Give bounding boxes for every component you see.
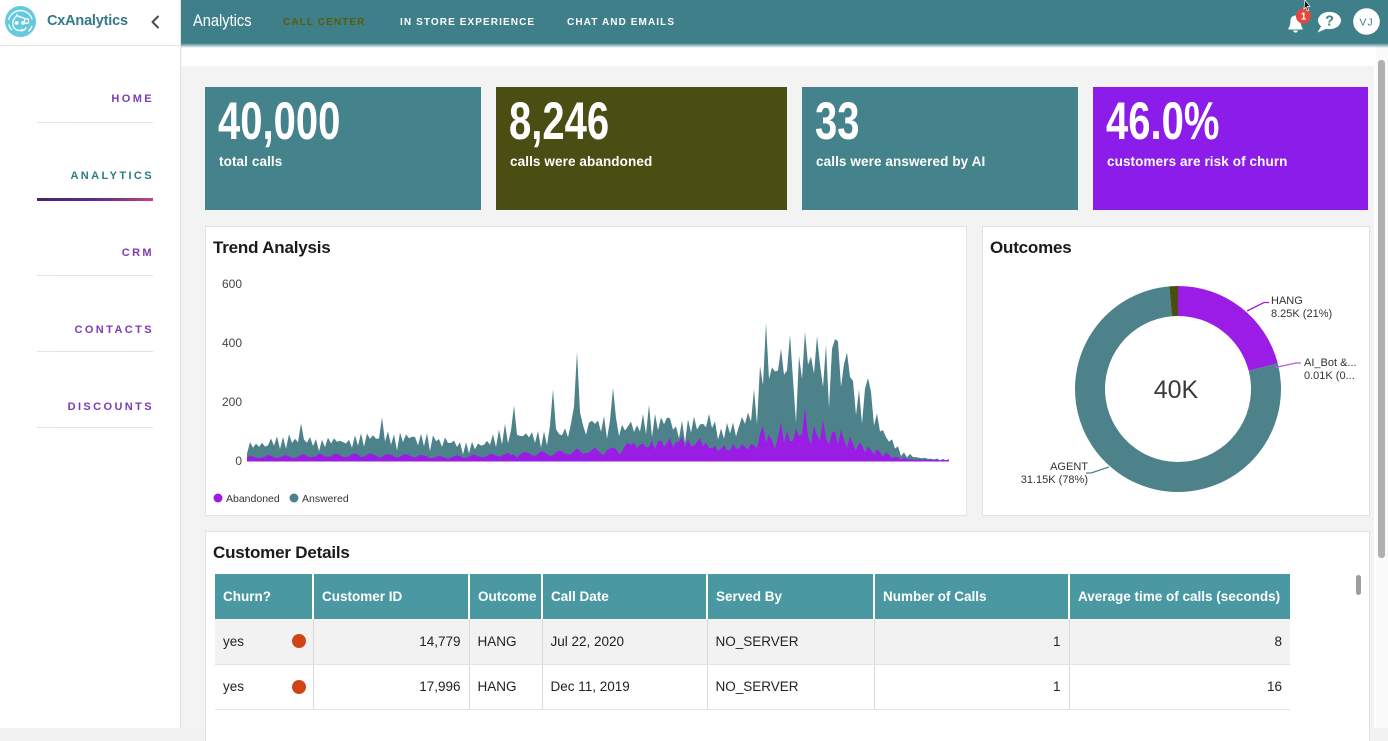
svg-text:8.25K (21%): 8.25K (21%) [1271,308,1332,320]
svg-text:AGENT: AGENT [1050,461,1088,473]
svg-text:Abandoned: Abandoned [226,493,280,505]
svg-text:AI_Bot &...: AI_Bot &... [1304,357,1357,369]
svg-text:31.15K (78%): 31.15K (78%) [1021,474,1088,486]
svg-text:?: ? [1325,14,1334,30]
svg-text:600: 600 [222,277,242,291]
svg-text:0: 0 [235,454,242,468]
svg-text:VJ: VJ [1359,17,1373,29]
svg-text:400: 400 [222,336,242,350]
svg-text:40K: 40K [1154,376,1199,404]
svg-text:Answered: Answered [302,493,349,505]
svg-text:0.01K (0...: 0.01K (0... [1304,370,1355,382]
svg-text:HANG: HANG [1271,295,1303,307]
svg-text:200: 200 [222,395,242,409]
